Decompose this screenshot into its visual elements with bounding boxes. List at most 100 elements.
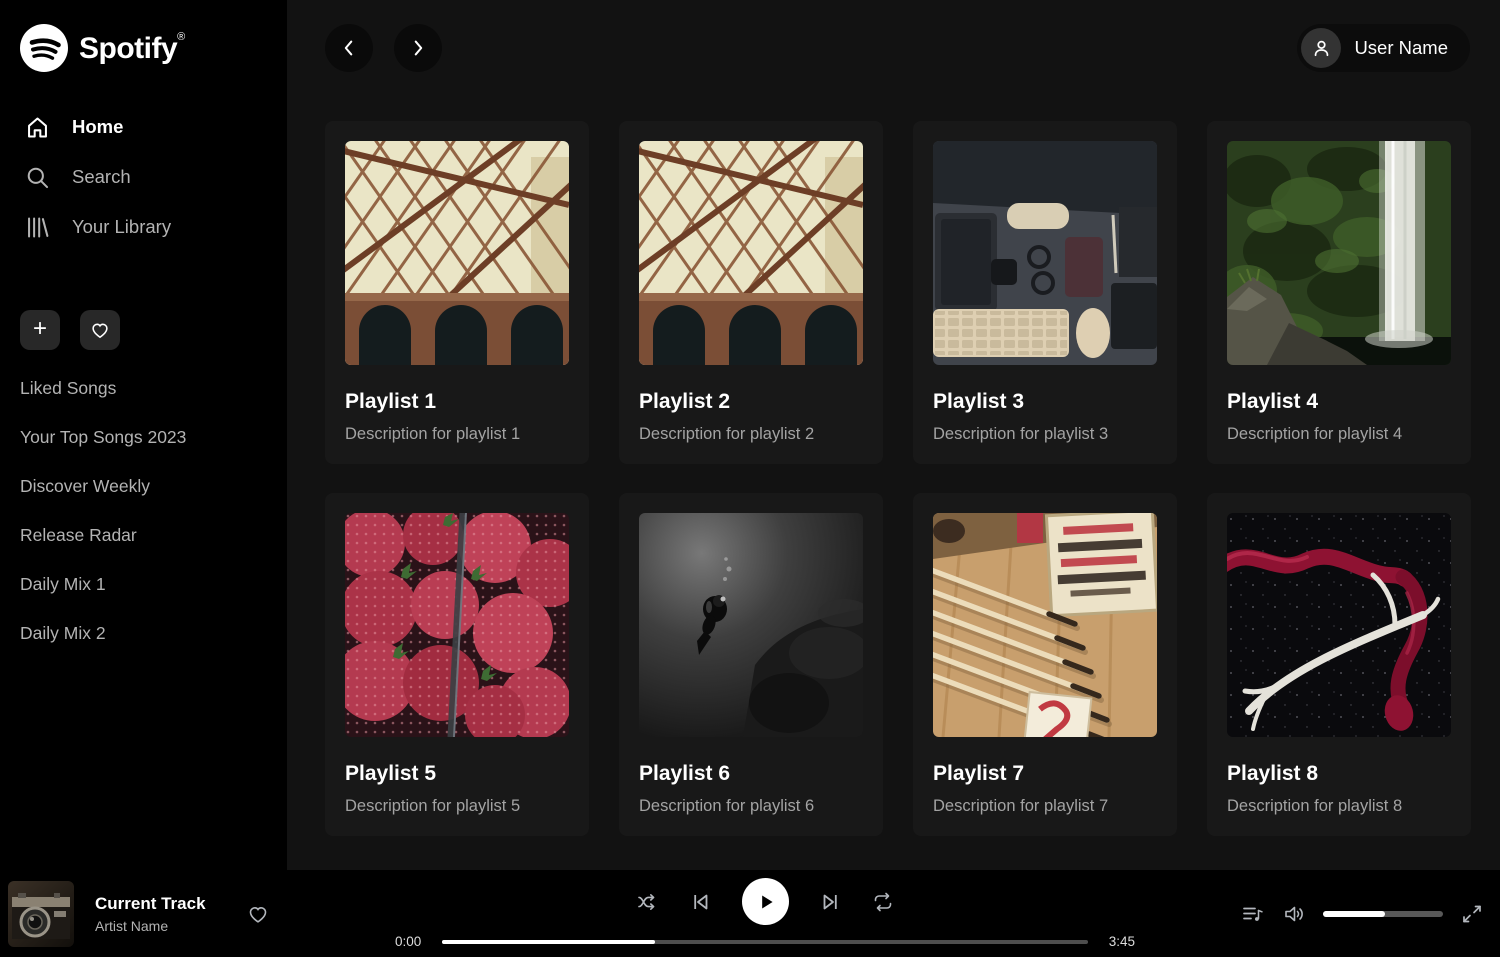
play-icon: [752, 889, 778, 915]
total-time: 3:45: [1101, 934, 1135, 949]
playlist-card[interactable]: Playlist 6 Description for playlist 6: [619, 493, 883, 836]
heart-icon: [89, 319, 111, 341]
next-button[interactable]: [818, 890, 842, 914]
previous-button[interactable]: [689, 890, 713, 914]
cover-art-steel-truss: [639, 141, 863, 365]
sidebar-item-label: Search: [72, 166, 131, 188]
playlist-card[interactable]: Playlist 3 Description for playlist 3: [913, 121, 1177, 464]
spotify-logo-icon: [20, 24, 68, 72]
playlist-title: Playlist 3: [933, 390, 1157, 414]
volume-slider[interactable]: [1323, 911, 1443, 917]
chevron-right-icon: [407, 37, 429, 59]
like-track-button[interactable]: [246, 902, 270, 926]
sidebar-item-your-library[interactable]: Your Library: [20, 202, 267, 252]
playlist-card[interactable]: Playlist 7 Description for playlist 7: [913, 493, 1177, 836]
volume-icon: [1282, 902, 1306, 926]
queue-icon: [1241, 902, 1265, 926]
cover-art-desk: [933, 141, 1157, 365]
home-icon: [24, 114, 51, 141]
playlist-title: Playlist 6: [639, 762, 863, 786]
playlist-card[interactable]: Playlist 2 Description for playlist 2: [619, 121, 883, 464]
track-info: Current Track Artist Name: [95, 894, 206, 934]
sidebar-item-search[interactable]: Search: [20, 152, 267, 202]
library-icon: [24, 214, 51, 241]
registered-mark: ®: [177, 31, 185, 43]
fullscreen-button[interactable]: [1460, 902, 1484, 926]
topbar: User Name: [325, 24, 1470, 72]
sidebar: Spotify® Home Search Your Librar: [0, 0, 287, 870]
plus-icon: +: [33, 317, 47, 341]
sidebar-playlist-item[interactable]: Daily Mix 2: [20, 609, 267, 658]
cover-art-underwater-diver: [639, 513, 863, 737]
skip-next-icon: [818, 890, 842, 914]
playlist-description: Description for playlist 2: [639, 425, 863, 444]
sidebar-item-label: Your Library: [72, 216, 171, 238]
brand-name: Spotify®: [79, 31, 185, 66]
sidebar-nav: Home Search Your Library: [20, 102, 267, 252]
sidebar-playlist-item[interactable]: Your Top Songs 2023: [20, 413, 267, 462]
progress-fill: [442, 940, 655, 944]
volume-fill: [1323, 911, 1385, 917]
playlist-card[interactable]: Playlist 1 Description for playlist 1: [325, 121, 589, 464]
queue-button[interactable]: [1241, 902, 1265, 926]
playlist-description: Description for playlist 4: [1227, 425, 1451, 444]
playlist-description: Description for playlist 8: [1227, 797, 1451, 816]
user-icon: [1310, 37, 1333, 60]
liked-songs-button[interactable]: [80, 310, 120, 350]
progress-bar[interactable]: [442, 940, 1088, 944]
shuffle-button[interactable]: [636, 890, 660, 914]
album-art: [8, 881, 74, 947]
sidebar-playlists: Liked Songs Your Top Songs 2023 Discover…: [20, 364, 267, 658]
playback-controls: [636, 878, 895, 925]
playlist-title: Playlist 8: [1227, 762, 1451, 786]
cover-art-steel-truss: [345, 141, 569, 365]
playlist-description: Description for playlist 3: [933, 425, 1157, 444]
search-icon: [24, 164, 51, 191]
avatar: [1301, 28, 1341, 68]
playlist-title: Playlist 2: [639, 390, 863, 414]
cover-art-antler: [1227, 513, 1451, 737]
player-center: 0:00 3:45: [330, 878, 1200, 949]
playlist-description: Description for playlist 6: [639, 797, 863, 816]
cover-art-rulers: [933, 513, 1157, 737]
forward-button[interactable]: [394, 24, 442, 72]
cover-art-waterfall: [1227, 141, 1451, 365]
sidebar-playlist-item[interactable]: Release Radar: [20, 511, 267, 560]
sidebar-item-home[interactable]: Home: [20, 102, 267, 152]
main-content: User Name: [287, 0, 1500, 870]
playlist-card[interactable]: Playlist 4 Description for playlist 4: [1207, 121, 1471, 464]
history-nav: [325, 24, 442, 72]
playlist-description: Description for playlist 5: [345, 797, 569, 816]
player-right: [1200, 902, 1500, 926]
app-window: Spotify® Home Search Your Librar: [0, 0, 1500, 870]
sidebar-item-label: Home: [72, 116, 123, 138]
spotify-logo: Spotify®: [20, 24, 267, 72]
back-button[interactable]: [325, 24, 373, 72]
playlist-title: Playlist 7: [933, 762, 1157, 786]
volume-button[interactable]: [1282, 902, 1306, 926]
play-button[interactable]: [742, 878, 789, 925]
shuffle-icon: [636, 890, 660, 914]
playlist-title: Playlist 5: [345, 762, 569, 786]
sidebar-playlist-item[interactable]: Daily Mix 1: [20, 560, 267, 609]
repeat-button[interactable]: [871, 890, 895, 914]
playlist-description: Description for playlist 7: [933, 797, 1157, 816]
playlist-title: Playlist 1: [345, 390, 569, 414]
player-bar: Current Track Artist Name: [0, 870, 1500, 957]
playlist-card[interactable]: Playlist 8 Description for playlist 8: [1207, 493, 1471, 836]
playlist-title: Playlist 4: [1227, 390, 1451, 414]
current-time: 0:00: [395, 934, 429, 949]
create-playlist-button[interactable]: +: [20, 310, 60, 350]
repeat-icon: [871, 890, 895, 914]
cover-art-strawberries: [345, 513, 569, 737]
playlist-description: Description for playlist 1: [345, 425, 569, 444]
user-name: User Name: [1354, 37, 1448, 59]
user-menu-button[interactable]: User Name: [1297, 24, 1470, 72]
sidebar-playlist-item[interactable]: Liked Songs: [20, 364, 267, 413]
sidebar-actions: +: [20, 310, 267, 350]
track-title: Current Track: [95, 894, 206, 914]
playlist-grid: Playlist 1 Description for playlist 1: [325, 121, 1470, 836]
sidebar-playlist-item[interactable]: Discover Weekly: [20, 462, 267, 511]
chevron-left-icon: [338, 37, 360, 59]
playlist-card[interactable]: Playlist 5 Description for playlist 5: [325, 493, 589, 836]
